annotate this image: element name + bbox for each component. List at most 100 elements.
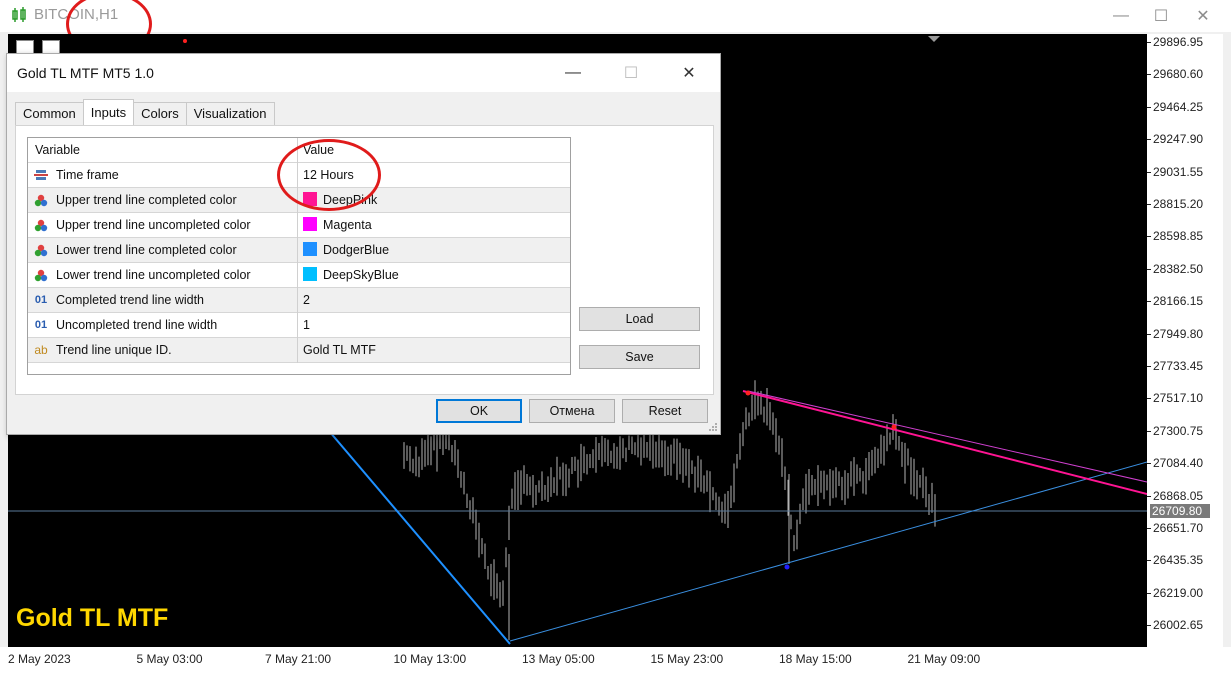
minimize-icon: —: [1113, 7, 1129, 24]
price-tick-label: 26651.70: [1146, 521, 1204, 535]
price-tick-label: 28815.20: [1146, 197, 1204, 211]
upper-trend-line-completed: [742, 390, 1147, 495]
color-swatch: [303, 217, 317, 231]
price-tick-label: 26868.05: [1146, 488, 1204, 503]
top-marker: [183, 39, 187, 43]
high-pivot-marker: [745, 390, 751, 396]
color-swatch: [303, 267, 317, 281]
input-variable-name: Lower trend line uncompleted color: [56, 268, 251, 282]
close-button[interactable]: ✕: [1181, 4, 1225, 28]
price-tick-label: 29464.25: [1146, 99, 1204, 114]
window-edge: [1223, 34, 1231, 678]
input-variable-name: Trend line unique ID.: [56, 343, 172, 357]
close-icon: ✕: [1196, 8, 1210, 25]
time-tick-label: 13 May 05:00: [522, 652, 595, 666]
maximize-button[interactable]: ☐: [1139, 4, 1183, 28]
reset-button[interactable]: Reset: [622, 399, 708, 423]
price-tick-label: 26219.00: [1146, 585, 1204, 600]
column-divider: [297, 338, 298, 363]
time-axis[interactable]: 2 May 2023 5 May 03:00 7 May 21:00 10 May 1…: [0, 647, 1231, 678]
input-value: DeepSkyBlue: [323, 268, 399, 282]
save-button[interactable]: Save: [579, 345, 700, 369]
price-axis[interactable]: 29896.95 29680.60 29464.25 29247.90 29031.55…: [1146, 34, 1223, 647]
price-tick-label: 26435.35: [1146, 553, 1204, 568]
trade-panel-icon[interactable]: [16, 40, 34, 54]
time-tick-label: 21 May 09:00: [907, 652, 981, 666]
input-value: DodgerBlue: [323, 243, 390, 257]
annotation-circle: [277, 139, 381, 211]
price-tick-label: 29247.90: [1146, 132, 1204, 147]
tab-inputs[interactable]: Inputs: [82, 99, 135, 125]
integer-icon: 01: [34, 294, 48, 306]
input-variable-name: Upper trend line completed color: [56, 193, 237, 207]
minimize-icon: —: [565, 64, 581, 81]
current-price-badge: 26709.80: [1150, 504, 1210, 518]
input-row[interactable]: 01 Completed trend line width 2: [28, 288, 570, 313]
input-row[interactable]: Lower trend line completed color DodgerBl…: [28, 238, 570, 263]
high-pivot-marker: [891, 424, 897, 430]
time-tick-label: 15 May 23:00: [650, 652, 724, 666]
candlestick-icon: [12, 7, 26, 22]
chart-indicator-label: Gold TL MTF: [16, 604, 169, 632]
input-value-cell[interactable]: Gold TL MTF: [303, 343, 376, 357]
column-divider: [297, 288, 298, 313]
color-icon: [34, 219, 48, 232]
dialog-minimize-button[interactable]: —: [553, 60, 593, 86]
price-tick-label: 28382.50: [1146, 261, 1204, 276]
close-icon: ✕: [682, 65, 696, 82]
input-variable-name: Upper trend line uncompleted color: [56, 218, 251, 232]
tab-colors[interactable]: Colors: [133, 102, 187, 125]
ok-button[interactable]: OK: [436, 399, 522, 423]
resize-grip-icon[interactable]: [707, 421, 719, 433]
string-icon: ab: [34, 343, 48, 357]
color-swatch: [303, 242, 317, 256]
dialog-tabs: Common Inputs Colors Visualization: [15, 99, 275, 125]
dialog-title: Gold TL MTF MT5 1.0: [17, 65, 154, 81]
price-tick-label: 28166.15: [1146, 294, 1204, 309]
minimize-button[interactable]: —: [1099, 4, 1143, 28]
chart-shift-marker: [928, 36, 940, 42]
tab-common[interactable]: Common: [15, 102, 84, 125]
input-value: Magenta: [323, 218, 372, 232]
window-titlebar: BITCOIN,H1 — ☐ ✕: [0, 0, 1231, 32]
tab-visualization[interactable]: Visualization: [185, 102, 275, 125]
integer-icon: 01: [34, 319, 48, 331]
load-button[interactable]: Load: [579, 307, 700, 331]
color-icon: [34, 244, 48, 257]
upper-trend-line-uncompleted: [747, 390, 1147, 483]
input-row[interactable]: Upper trend line uncompleted color Magent…: [28, 213, 570, 238]
time-tick-label: 18 May 15:00: [779, 652, 852, 666]
color-icon: [34, 269, 48, 282]
price-tick-label: 27949.80: [1146, 326, 1204, 341]
input-value: Gold TL MTF: [303, 343, 376, 357]
timeframe-icon: [34, 169, 48, 182]
input-value-cell[interactable]: DodgerBlue: [303, 242, 390, 257]
time-tick-label: 7 May 21:00: [265, 652, 332, 666]
input-row[interactable]: 01 Uncompleted trend line width 1: [28, 313, 570, 338]
price-tick-label: 29680.60: [1146, 67, 1204, 82]
time-tick-label: 5 May 03:00: [136, 652, 203, 666]
input-variable-name: Uncompleted trend line width: [56, 318, 218, 332]
maximize-icon: ☐: [623, 65, 639, 82]
column-divider: [297, 213, 298, 238]
input-value-cell[interactable]: Magenta: [303, 217, 372, 232]
lower-trend-line-uncompleted: [509, 461, 1147, 642]
price-tick-label: 29031.55: [1146, 164, 1204, 179]
time-tick-label: 2 May 2023: [8, 652, 71, 666]
input-value: 2: [303, 293, 310, 307]
input-value-cell[interactable]: DeepSkyBlue: [303, 267, 399, 282]
dialog-titlebar: Gold TL MTF MT5 1.0 — ☐ ✕: [7, 54, 720, 92]
input-value-cell[interactable]: 1: [303, 318, 310, 332]
dialog-maximize-button[interactable]: ☐: [611, 60, 651, 86]
chart-toolbar: [16, 40, 60, 54]
input-value-cell[interactable]: 2: [303, 293, 310, 307]
column-divider: [297, 313, 298, 338]
price-tick-label: 26002.65: [1146, 618, 1204, 633]
dialog-close-button[interactable]: ✕: [669, 60, 709, 86]
cancel-button[interactable]: Отмена: [529, 399, 615, 423]
depth-icon[interactable]: [42, 40, 60, 54]
maximize-icon: ☐: [1153, 8, 1169, 25]
input-row[interactable]: Lower trend line uncompleted color DeepSk…: [28, 263, 570, 288]
input-row[interactable]: ab Trend line unique ID. Gold TL MTF: [28, 338, 570, 363]
lower-trend-line-completed: [317, 417, 511, 645]
